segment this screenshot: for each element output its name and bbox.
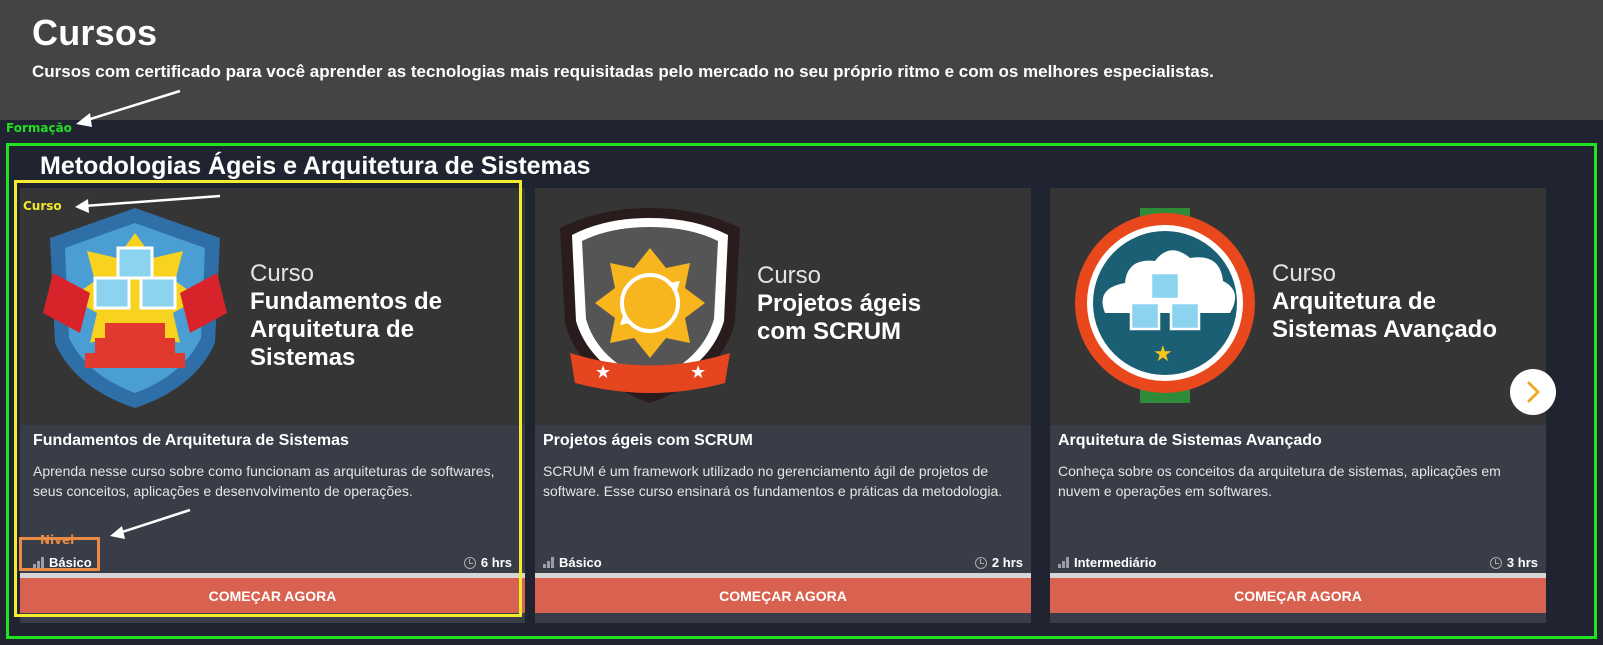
banner-kicker: Curso <box>757 262 822 289</box>
course-duration-label: 3 hrs <box>1506 555 1538 570</box>
banner-course-name: Arquitetura de Sistemas Avançado <box>1272 288 1497 343</box>
chevron-right-icon <box>1527 381 1540 403</box>
course-duration-label: 2 hrs <box>991 555 1023 570</box>
architecture-shield-icon <box>43 208 227 408</box>
svg-text:★: ★ <box>595 362 611 383</box>
clock-icon <box>1489 556 1502 569</box>
course-title[interactable]: Fundamentos de Arquitetura de Sistemas <box>33 432 349 450</box>
clock-icon <box>974 556 987 569</box>
page-header: Cursos Cursos com certificado para você … <box>0 0 1603 120</box>
course-duration-label: 6 hrs <box>480 555 512 570</box>
banner-kicker: Curso <box>1272 260 1337 287</box>
course-card[interactable]: Curso Fundamentos de Arquitetura de Sist… <box>20 188 525 623</box>
start-course-button[interactable]: COMEÇAR AGORA <box>1050 578 1546 613</box>
course-banner[interactable]: Curso Fundamentos de Arquitetura de Sist… <box>20 188 525 425</box>
formacao-annotation-label: Formação <box>6 121 72 135</box>
course-description: Conheça sobre os conceitos da arquitetur… <box>1058 463 1501 499</box>
level-bars-icon <box>543 557 554 568</box>
course-level: Básico <box>543 555 602 570</box>
course-title[interactable]: Projetos ágeis com SCRUM <box>543 432 753 450</box>
level-bars-icon <box>1058 557 1069 568</box>
course-description: SCRUM é um framework utilizado no gerenc… <box>543 463 1003 499</box>
page-subtitle: Cursos com certificado para você aprende… <box>32 62 1214 81</box>
course-level-label: Intermediário <box>1074 555 1157 570</box>
course-duration: 2 hrs <box>974 555 1023 570</box>
course-level: Básico <box>33 555 92 570</box>
banner-course-name: Fundamentos de Arquitetura de Sistemas <box>250 288 443 371</box>
section-title: Metodologias Ágeis e Arquitetura de Sist… <box>40 152 591 180</box>
svg-text:★: ★ <box>1153 342 1173 367</box>
course-level-label: Básico <box>49 555 92 570</box>
banner-course-name: Projetos ágeis com SCRUM <box>757 290 922 345</box>
cloud-architecture-badge-icon: ★ <box>1075 208 1255 403</box>
banner-kicker: Curso <box>250 260 315 287</box>
start-course-button[interactable]: COMEÇAR AGORA <box>535 578 1031 613</box>
carousel-next-button[interactable] <box>1510 369 1556 415</box>
course-title[interactable]: Arquitetura de Sistemas Avançado <box>1058 432 1322 450</box>
course-banner[interactable]: ★ ★ Curso Projetos ágeis com SCRUM <box>535 188 1031 425</box>
svg-text:★: ★ <box>690 362 706 383</box>
course-card[interactable]: ★ ★ Curso Projetos ágeis com SCRUM Proje… <box>535 188 1031 623</box>
nivel-annotation-label: Nivel <box>40 533 75 547</box>
course-duration: 3 hrs <box>1489 555 1538 570</box>
scrum-shield-icon: ★ ★ <box>560 208 740 403</box>
curso-annotation-label: Curso <box>23 199 62 213</box>
level-bars-icon <box>33 557 44 568</box>
course-description: Aprenda nesse curso sobre como funcionam… <box>33 463 495 499</box>
course-card[interactable]: ★ Curso Arquitetura de Sistemas Avançado… <box>1050 188 1546 623</box>
clock-icon <box>463 556 476 569</box>
page-title: Cursos <box>32 12 158 53</box>
course-banner[interactable]: ★ Curso Arquitetura de Sistemas Avançado <box>1050 188 1546 425</box>
course-level-label: Básico <box>559 555 602 570</box>
start-course-button[interactable]: COMEÇAR AGORA <box>20 578 525 613</box>
course-duration: 6 hrs <box>463 555 512 570</box>
course-level: Intermediário <box>1058 555 1156 570</box>
